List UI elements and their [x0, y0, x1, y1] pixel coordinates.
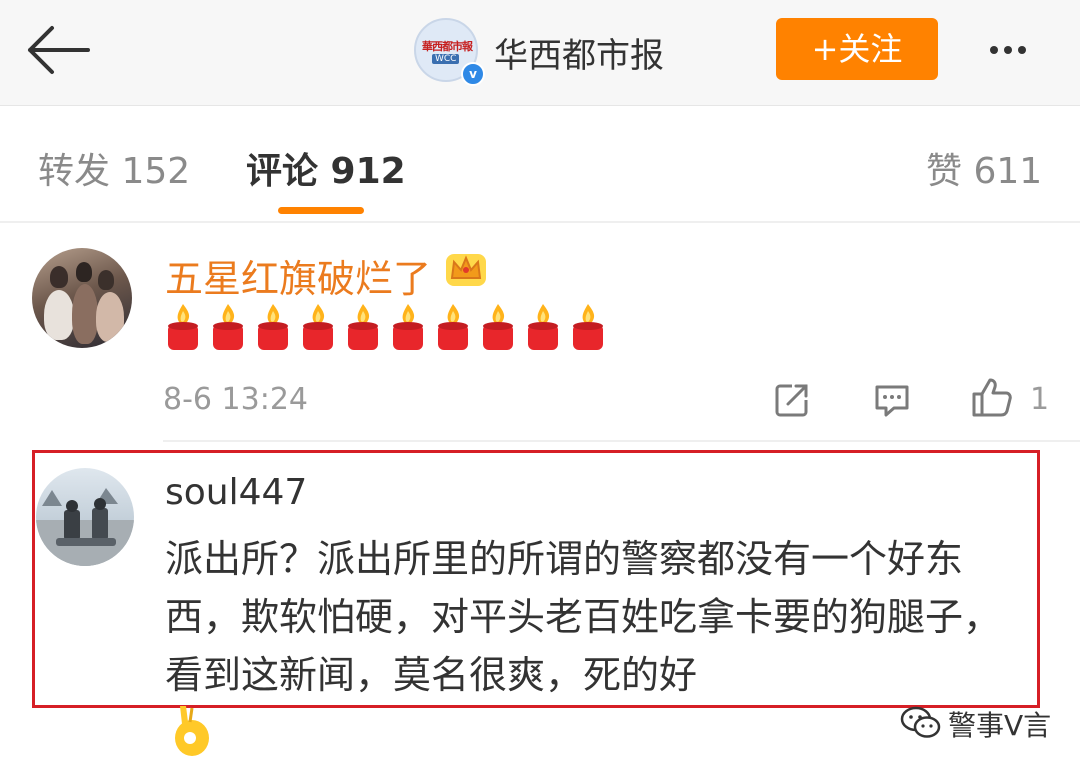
candle-icon [438, 304, 468, 350]
comment-time: 8-6 13:24 [163, 382, 308, 417]
follow-button[interactable]: +关注 [776, 18, 938, 80]
candle-icon [348, 304, 378, 350]
comment-username[interactable]: 五星红旗破烂了 [165, 248, 431, 303]
candle-icon [483, 304, 513, 350]
thumbs-up-icon[interactable] [970, 376, 1014, 418]
comment-icon[interactable] [872, 380, 912, 420]
candle-emoji-row [165, 302, 606, 354]
active-tab-indicator [278, 207, 364, 214]
avatar[interactable] [32, 248, 132, 348]
candle-icon [528, 304, 558, 350]
candle-icon [573, 304, 603, 350]
arrow-left-icon [28, 26, 90, 74]
tab-likes[interactable]: 赞 611 [926, 142, 1042, 194]
watermark-text: 警事V言 [948, 709, 1052, 742]
comment-text: 派出所？派出所里的所谓的警察都没有一个好东西，欺软怕硬，对平头老百姓吃拿卡要的狗… [165, 537, 1002, 697]
share-icon[interactable] [772, 380, 812, 420]
candle-icon [258, 304, 288, 350]
like-count: 1 [1030, 382, 1050, 417]
more-dots-icon [990, 30, 1060, 58]
avatar[interactable] [36, 468, 134, 566]
back-button[interactable] [22, 22, 92, 78]
tab-comments[interactable]: 评论 912 [246, 142, 406, 194]
account-name[interactable]: 华西都市报 [494, 28, 664, 77]
candle-icon [213, 304, 243, 350]
candle-icon [393, 304, 423, 350]
ok-hand-icon [168, 702, 212, 758]
crown-icon [444, 248, 488, 288]
more-button[interactable] [990, 30, 1060, 70]
verified-badge-icon: v [461, 62, 485, 86]
tab-repost[interactable]: 转发 152 [38, 142, 190, 194]
wechat-icon [900, 706, 942, 740]
divider [0, 221, 1080, 223]
divider [163, 440, 1080, 442]
logo-subtext: WCC [432, 54, 460, 64]
logo-text: 華西都市報 [422, 40, 473, 53]
candle-icon [303, 304, 333, 350]
candle-icon [168, 304, 198, 350]
comment-username[interactable]: soul447 [165, 472, 307, 513]
